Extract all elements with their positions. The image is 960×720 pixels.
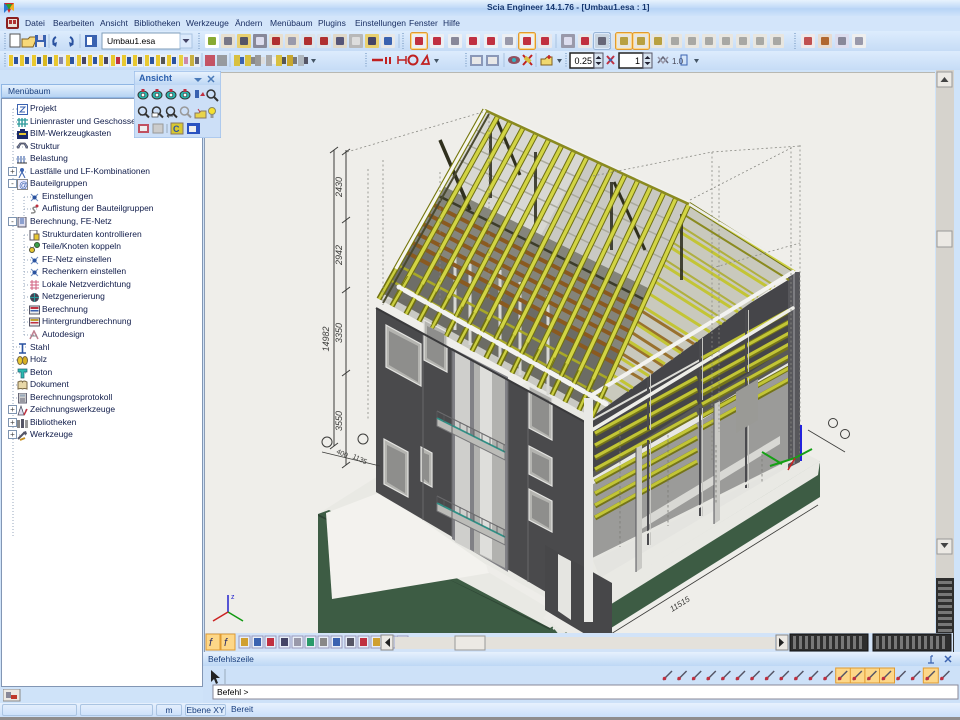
svg-text:3350: 3350 [334,323,344,343]
svg-text:Befehlszeile: Befehlszeile [208,654,254,664]
svg-text:3550: 3550 [334,411,344,431]
svg-text:z: z [231,594,235,601]
svg-text:14982: 14982 [321,326,331,351]
svg-text:Ansicht: Ansicht [139,73,172,83]
svg-text:Befehl >: Befehl > [217,687,248,697]
svg-text:2430: 2430 [334,177,344,198]
svg-text:C: C [173,124,180,134]
svg-text:2942: 2942 [334,245,344,266]
